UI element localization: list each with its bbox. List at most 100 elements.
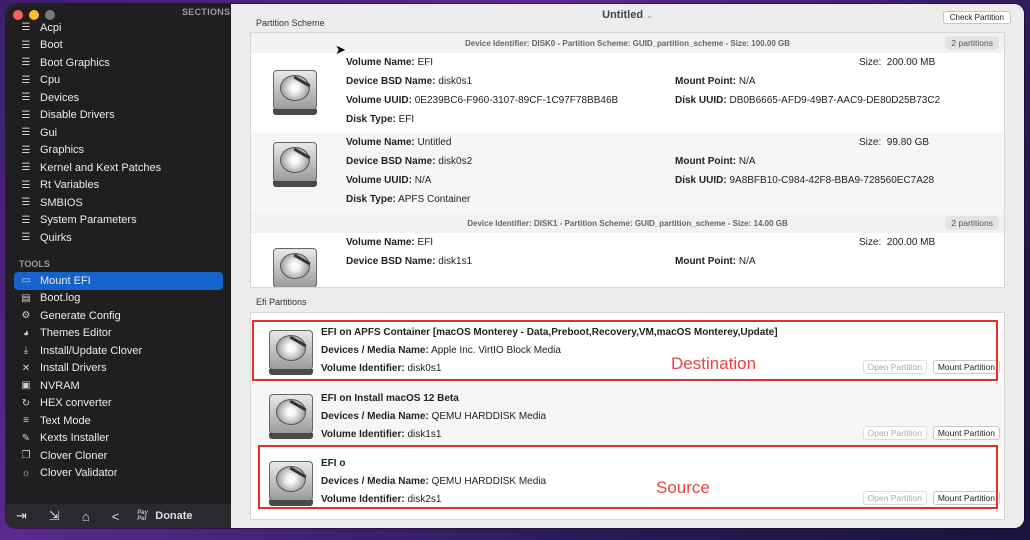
sections-list: ☰ Acpi ☰ Boot ☰ Boot Graphics ☰ Cpu ☰ Devices…: [6, 19, 231, 247]
bsd-name-field: Device BSD Name: disk0s2: [346, 156, 473, 167]
sidebar-item-label: Text Mode: [40, 414, 91, 427]
sidebar-item-acpi[interactable]: ☰ Acpi: [6, 19, 231, 37]
disk-type-field: Disk Type: EFI: [346, 114, 415, 125]
source-highlight-box: [258, 445, 998, 509]
sidebar-item-quirks[interactable]: ☰ Quirks: [6, 229, 231, 247]
sidebar-item-label: Clover Validator: [40, 467, 118, 480]
window-title[interactable]: Untitled ⌄: [231, 9, 1024, 21]
destination-annotation: Destination: [671, 354, 757, 373]
share-icon[interactable]: <: [112, 509, 120, 524]
sidebar-item-devices[interactable]: ☰ Devices: [6, 89, 231, 107]
sidebar-item-rt-variables[interactable]: ☰ Rt Variables: [6, 177, 231, 195]
sidebar-item-label: Quirks: [40, 231, 72, 244]
drive-icon: ▭: [21, 275, 31, 287]
sidebar-item-boot-graphics[interactable]: ☰ Boot Graphics: [6, 54, 231, 72]
sidebar-item-boot[interactable]: ☰ Boot: [6, 37, 231, 55]
partition-scheme-heading: Partition Scheme: [256, 18, 325, 28]
size-field: Size: 200.00 MB: [859, 237, 936, 248]
tools-heading: TOOLS: [19, 259, 50, 269]
partition-row[interactable]: Volume Name: EFI Size: 200.00 MB Device …: [251, 233, 1004, 287]
sidebar-item-cpu[interactable]: ☰ Cpu: [6, 72, 231, 90]
tools-list: ▭ Mount EFI ▤ Boot.log ⚙ Generate Config ◕ T…: [6, 272, 231, 482]
efi-partition-title: EFI on Install macOS 12 Beta: [321, 393, 459, 404]
import-icon[interactable]: ⇥: [16, 508, 27, 524]
sidebar-item-kexts-installer[interactable]: ✎ Kexts Installer: [6, 430, 231, 448]
sidebar-item-hex-converter[interactable]: ↻ HEX converter: [6, 395, 231, 413]
sidebar-item-kernel-patches[interactable]: ☰ Kernel and Kext Patches: [6, 159, 231, 177]
list-icon: ☰: [21, 74, 31, 86]
home-icon[interactable]: ⌂: [82, 509, 90, 524]
export-icon[interactable]: ⇲: [49, 508, 60, 524]
list-icon: ☰: [21, 214, 31, 226]
sidebar-item-gui[interactable]: ☰ Gui: [6, 124, 231, 142]
sidebar-item-install-drivers[interactable]: ✕ Install Drivers: [6, 360, 231, 378]
volume-name-field: Volume Name: EFI: [346, 237, 434, 248]
sidebar-item-label: Cpu: [40, 74, 61, 87]
sidebar-item-install-update-clover[interactable]: ⤓ Install/Update Clover: [6, 342, 231, 360]
volume-name-field: Volume Name: Untitled: [346, 137, 452, 148]
sidebar-item-generate-config[interactable]: ⚙ Generate Config: [6, 307, 231, 325]
gears-icon: ⚙: [21, 310, 31, 322]
sidebar-item-label: Kexts Installer: [40, 432, 110, 445]
sidebar-item-boot-log[interactable]: ▤ Boot.log: [6, 290, 231, 308]
sidebar-item-label: Kernel and Kext Patches: [40, 161, 162, 174]
hard-drive-icon: [273, 139, 319, 187]
palette-icon: ◕: [22, 327, 30, 339]
sections-heading: SECTIONS: [182, 7, 231, 17]
sidebar-item-label: Generate Config: [40, 309, 121, 322]
sidebar-item-label: Boot.log: [40, 292, 81, 305]
sidebar-item-clover-cloner[interactable]: ❐ Clover Cloner: [6, 447, 231, 465]
sidebar-item-label: HEX converter: [40, 397, 112, 410]
sidebar-item-mount-efi[interactable]: ▭ Mount EFI: [14, 272, 223, 290]
sidebar: SECTIONS ☰ Acpi ☰ Boot ☰ Boot Graphics ☰ Cpu…: [6, 4, 231, 528]
mount-point-field: Mount Point: N/A: [675, 76, 756, 87]
sidebar-item-label: System Parameters: [40, 214, 137, 227]
sidebar-bottom-bar: ⇥ ⇲ ⌂ < Pay Pal Donate: [6, 504, 231, 528]
bsd-name-field: Device BSD Name: disk0s1: [346, 76, 473, 87]
disk-type-field: Disk Type: APFS Container: [346, 194, 471, 205]
list-icon: ☰: [21, 179, 31, 191]
sidebar-item-label: NVRAM: [40, 379, 80, 392]
list-icon: ☰: [21, 39, 31, 51]
partition-count-badge: 2 partitions: [945, 36, 999, 50]
sidebar-item-label: Themes Editor: [40, 327, 112, 340]
disk-uuid-field: Disk UUID: DB0B6665-AFD9-49B7-AAC9-DE80D…: [675, 95, 941, 106]
sidebar-item-label: Disable Drivers: [40, 109, 115, 122]
sidebar-item-smbios[interactable]: ☰ SMBIOS: [6, 194, 231, 212]
partition-row[interactable]: Volume Name: Untitled Size: 99.80 GB Dev…: [251, 133, 1004, 213]
sidebar-item-label: Boot Graphics: [40, 56, 110, 69]
wrench-icon: ✎: [21, 432, 31, 444]
donate-button[interactable]: Pay Pal Donate: [137, 510, 192, 522]
volume-uuid-field: Volume UUID: N/A: [346, 175, 432, 186]
list-icon: ☰: [21, 144, 31, 156]
mount-partition-button[interactable]: Mount Partition: [932, 426, 1000, 440]
sidebar-item-graphics[interactable]: ☰ Graphics: [6, 142, 231, 160]
efi-partition-row[interactable]: EFI on Install macOS 12 Beta Devices / M…: [251, 383, 1004, 448]
open-partition-button[interactable]: Open Partition: [862, 426, 927, 440]
list-icon: ☰: [21, 127, 31, 139]
check-partition-button[interactable]: Check Partition: [942, 11, 1011, 24]
app-window: SECTIONS ☰ Acpi ☰ Boot ☰ Boot Graphics ☰ Cpu…: [6, 4, 1024, 528]
disk-header: Device Identifier: DISK0 - Partition Sch…: [251, 33, 1004, 53]
partition-scheme-panel: Device Identifier: DISK0 - Partition Sch…: [250, 32, 1005, 288]
text-icon: ≡: [23, 415, 29, 427]
chip-icon: ▣: [21, 380, 31, 392]
sun-icon: ☼: [21, 467, 31, 479]
sidebar-item-clover-validator[interactable]: ☼ Clover Validator: [6, 465, 231, 483]
mount-point-field: Mount Point: N/A: [675, 156, 756, 167]
sidebar-item-themes-editor[interactable]: ◕ Themes Editor: [6, 325, 231, 343]
source-annotation: Source: [656, 478, 710, 497]
disk-uuid-field: Disk UUID: 9A8BFB10-C984-42F8-BBA9-72856…: [675, 175, 935, 186]
sidebar-item-text-mode[interactable]: ≡ Text Mode: [6, 412, 231, 430]
sidebar-item-label: Boot: [40, 39, 63, 52]
list-icon: ☰: [21, 92, 31, 104]
sidebar-item-nvram[interactable]: ▣ NVRAM: [6, 377, 231, 395]
sidebar-item-disable-drivers[interactable]: ☰ Disable Drivers: [6, 107, 231, 125]
partition-row[interactable]: Volume Name: EFI Size: 200.00 MB Device …: [251, 53, 1004, 133]
sidebar-item-system-parameters[interactable]: ☰ System Parameters: [6, 212, 231, 230]
media-name-field: Devices / Media Name: QEMU HARDDISK Medi…: [321, 411, 547, 422]
download-icon: ⤓: [23, 345, 29, 357]
log-icon: ▤: [21, 292, 31, 304]
list-icon: ☰: [21, 197, 31, 209]
list-icon: ☰: [21, 162, 31, 174]
